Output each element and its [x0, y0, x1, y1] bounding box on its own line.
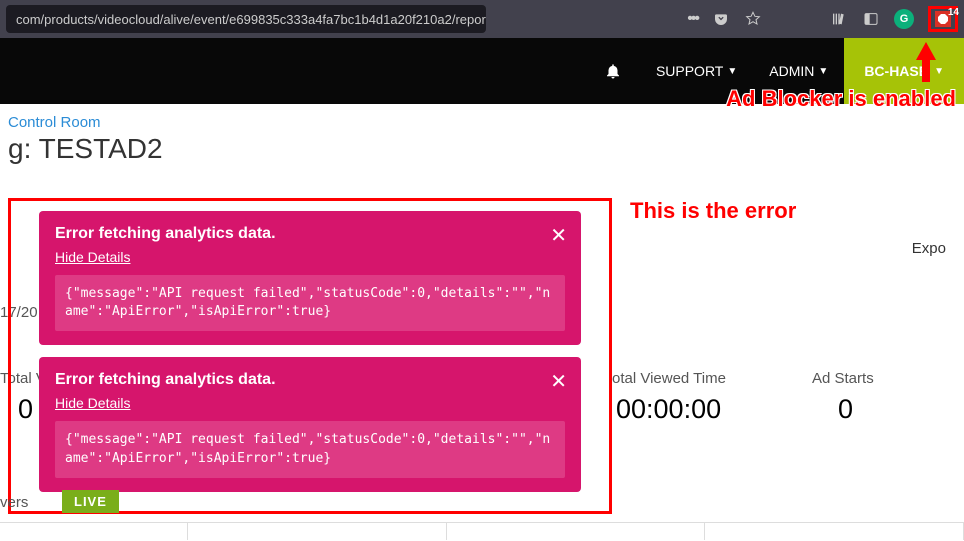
error-annotation-region: ✕ Error fetching analytics data. Hide De… [8, 198, 612, 514]
ad-blocker-count: 14 [948, 7, 959, 18]
total-viewed-time-value: 00:00:00 [616, 394, 721, 425]
live-badge: LIVE [62, 490, 119, 513]
page-content: Control Room g: TESTAD2 [0, 104, 964, 165]
ad-starts-label: Ad Starts [812, 370, 874, 387]
star-icon[interactable] [744, 10, 762, 28]
admin-menu[interactable]: ADMIN ▼ [753, 63, 844, 79]
chevron-down-icon: ▼ [818, 66, 828, 77]
breadcrumb[interactable]: Control Room [0, 114, 964, 131]
pocket-icon[interactable] [712, 10, 730, 28]
more-icon[interactable]: ••• [687, 10, 698, 28]
support-label: SUPPORT [656, 63, 723, 79]
total-viewed-time-label: otal Viewed Time [612, 370, 726, 387]
grammarly-icon[interactable]: G [894, 9, 914, 29]
chrome-icons: ••• G 14 [687, 6, 958, 32]
admin-label: ADMIN [769, 63, 814, 79]
error-details: {"message":"API request failed","statusC… [55, 275, 565, 331]
url-bar[interactable]: com/products/videocloud/alive/event/e699… [6, 5, 486, 33]
error-toast: ✕ Error fetching analytics data. Hide De… [39, 357, 581, 491]
support-menu[interactable]: SUPPORT ▼ [640, 63, 753, 79]
sidebar-icon[interactable] [862, 10, 880, 28]
error-title: Error fetching analytics data. [55, 225, 565, 243]
notifications-icon[interactable] [604, 62, 622, 80]
bottom-dividers [0, 522, 964, 540]
chevron-down-icon: ▼ [727, 66, 737, 77]
account-label: BC-HASE [864, 63, 928, 79]
annotation-error-text: This is the error [630, 198, 796, 224]
error-title: Error fetching analytics data. [55, 371, 565, 389]
hide-details-link[interactable]: Hide Details [55, 249, 130, 265]
close-icon[interactable]: ✕ [550, 369, 567, 394]
vers-fragment: vers [0, 494, 28, 511]
ad-starts-value: 0 [838, 394, 853, 425]
browser-chrome: com/products/videocloud/alive/event/e699… [0, 0, 964, 38]
ad-blocker-highlight: 14 [928, 6, 958, 32]
library-icon[interactable] [830, 10, 848, 28]
annotation-arrow-stem [922, 58, 930, 82]
page-title: g: TESTAD2 [0, 133, 964, 165]
error-toast: ✕ Error fetching analytics data. Hide De… [39, 211, 581, 345]
error-details: {"message":"API request failed","statusC… [55, 421, 565, 477]
hide-details-link[interactable]: Hide Details [55, 395, 130, 411]
export-link[interactable]: Expo [912, 240, 946, 257]
close-icon[interactable]: ✕ [550, 223, 567, 248]
url-text: com/products/videocloud/alive/event/e699… [16, 12, 486, 27]
chevron-down-icon: ▼ [934, 66, 944, 77]
